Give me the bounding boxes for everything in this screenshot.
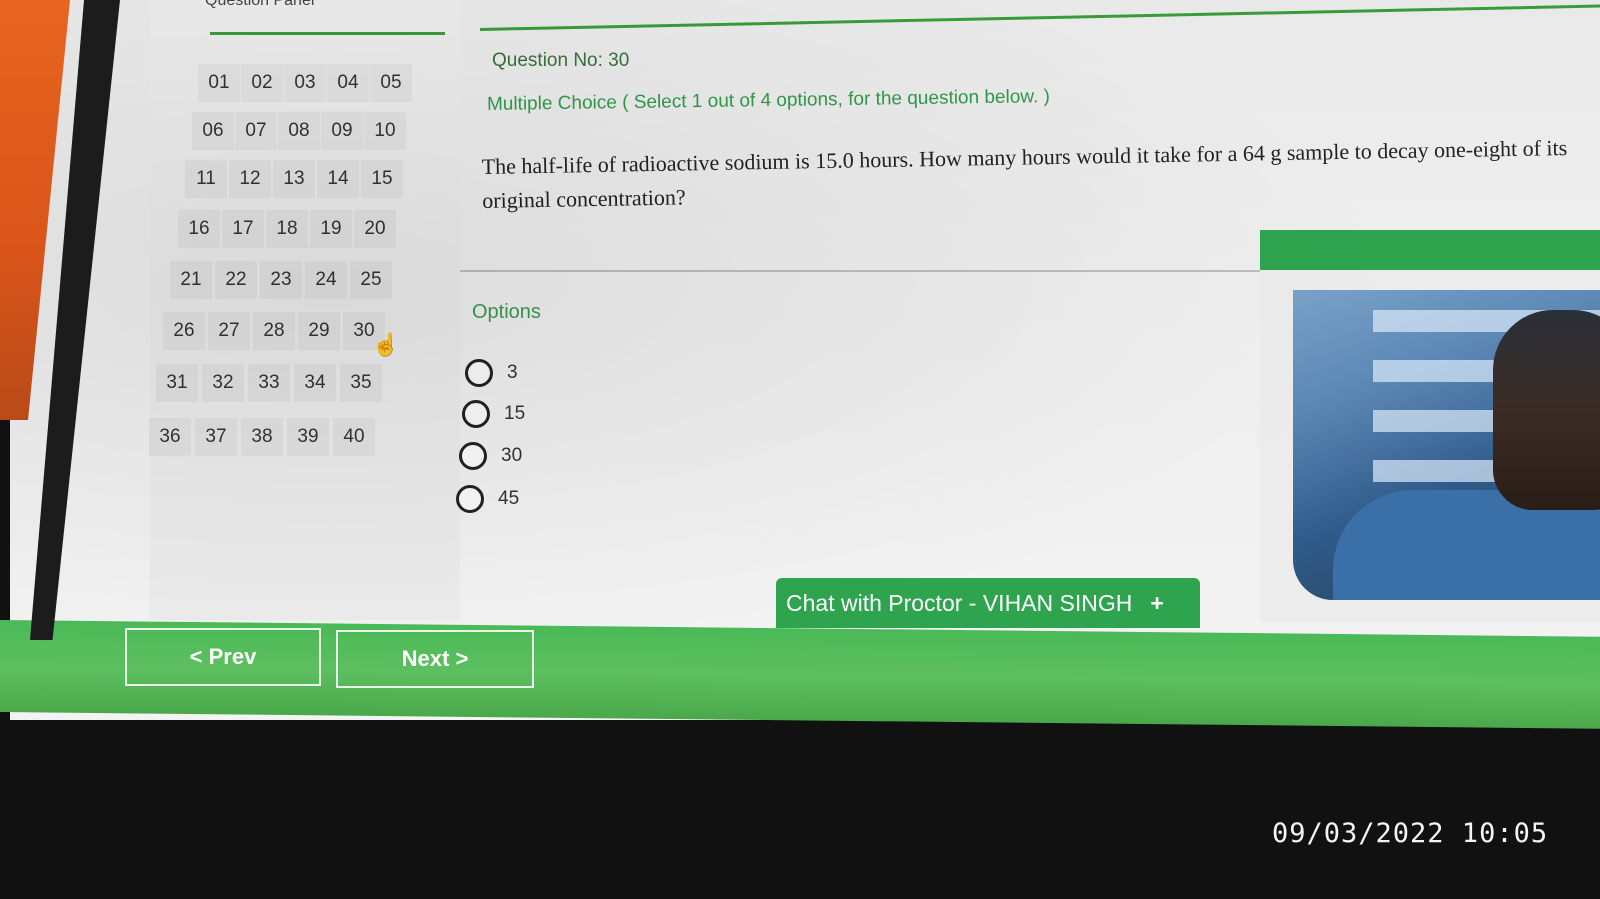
prev-button[interactable]: < Prev xyxy=(125,628,321,686)
radio-button[interactable] xyxy=(459,442,487,470)
question-number-button[interactable]: 29 xyxy=(298,312,340,350)
question-number-button[interactable]: 13 xyxy=(273,160,315,198)
option-3[interactable]: 30 xyxy=(459,441,522,471)
question-number-button[interactable]: 35 xyxy=(340,364,382,402)
question-number-button[interactable]: 31 xyxy=(156,364,198,402)
question-number-button[interactable]: 09 xyxy=(321,112,363,150)
question-number-button[interactable]: 04 xyxy=(327,64,369,102)
question-number-button[interactable]: 34 xyxy=(294,364,336,402)
option-text: 15 xyxy=(504,403,526,424)
proctor-panel-header xyxy=(1260,230,1600,270)
option-4[interactable]: 45 xyxy=(456,484,519,514)
question-number-button[interactable]: 08 xyxy=(278,112,320,150)
option-text: 45 xyxy=(498,488,520,509)
camera-timestamp: 09/03/2022 10:05 xyxy=(1272,818,1549,849)
radio-button[interactable] xyxy=(456,485,484,513)
question-number-button[interactable]: 21 xyxy=(170,261,212,299)
question-number-button[interactable]: 01 xyxy=(198,64,240,102)
question-number-button[interactable]: 11 xyxy=(185,160,227,198)
photo-frame: Question Panel 01 02 03 04 05 06 07 08 09 10 11 12 1… xyxy=(0,0,1600,899)
question-number-button[interactable]: 28 xyxy=(253,312,295,350)
question-number-button[interactable]: 06 xyxy=(192,112,234,150)
webcam-feed xyxy=(1293,290,1600,600)
radio-button[interactable] xyxy=(465,359,493,387)
plus-icon: + xyxy=(1150,589,1164,616)
option-text: 30 xyxy=(501,445,523,466)
question-number-button[interactable]: 38 xyxy=(241,418,283,456)
question-number-button[interactable]: 16 xyxy=(178,210,220,248)
question-number-button[interactable]: 32 xyxy=(202,364,244,402)
question-number-button[interactable]: 18 xyxy=(266,210,308,248)
chat-with-proctor-button[interactable]: Chat with Proctor - VIHAN SINGH + xyxy=(776,578,1200,628)
question-number-button[interactable]: 37 xyxy=(195,418,237,456)
question-number-button[interactable]: 12 xyxy=(229,160,271,198)
question-number-button[interactable]: 10 xyxy=(364,112,406,150)
question-number-button[interactable]: 39 xyxy=(287,418,329,456)
header-divider xyxy=(479,4,1600,31)
question-type-label: Multiple Choice ( Select 1 out of 4 opti… xyxy=(486,86,1051,115)
question-number-button[interactable]: 36 xyxy=(149,418,191,456)
question-number-button[interactable]: 20 xyxy=(354,210,396,248)
hand-cursor-icon: ☝ xyxy=(372,332,400,357)
option-1[interactable]: 3 xyxy=(465,358,518,388)
question-number-button[interactable]: 26 xyxy=(163,312,205,350)
question-number-button[interactable]: 07 xyxy=(235,112,277,150)
question-number-button[interactable]: 17 xyxy=(222,210,264,248)
options-label: Options xyxy=(472,301,541,323)
question-number-button[interactable]: 14 xyxy=(317,160,359,198)
question-number-button[interactable]: 22 xyxy=(215,261,257,299)
question-number-button[interactable]: 33 xyxy=(248,364,290,402)
radio-button[interactable] xyxy=(462,400,490,428)
question-number-button[interactable]: 27 xyxy=(208,312,250,350)
question-number-button[interactable]: 15 xyxy=(361,160,403,198)
question-text: The half-life of radioactive sodium is 1… xyxy=(481,135,1568,213)
question-number-label: Question No: 30 xyxy=(492,50,630,71)
question-number-button[interactable]: 05 xyxy=(370,64,412,102)
question-panel-divider xyxy=(210,32,445,35)
question-number-button[interactable]: 25 xyxy=(350,261,392,299)
question-number-button[interactable]: 40 xyxy=(333,418,375,456)
question-panel-title: Question Panel xyxy=(205,0,315,9)
person-face xyxy=(1493,310,1600,510)
next-button[interactable]: Next > xyxy=(336,630,534,688)
options-divider xyxy=(460,270,1260,272)
option-2[interactable]: 15 xyxy=(462,399,525,429)
chat-label: Chat with Proctor - VIHAN SINGH xyxy=(786,589,1133,616)
question-number-button[interactable]: 24 xyxy=(305,261,347,299)
monitor-screen: Question Panel 01 02 03 04 05 06 07 08 09 10 11 12 1… xyxy=(10,0,1600,720)
option-text: 3 xyxy=(507,362,518,383)
question-number-button[interactable]: 02 xyxy=(241,64,283,102)
question-number-button[interactable]: 23 xyxy=(260,261,302,299)
question-number-button[interactable]: 19 xyxy=(310,210,352,248)
question-number-button[interactable]: 03 xyxy=(284,64,326,102)
